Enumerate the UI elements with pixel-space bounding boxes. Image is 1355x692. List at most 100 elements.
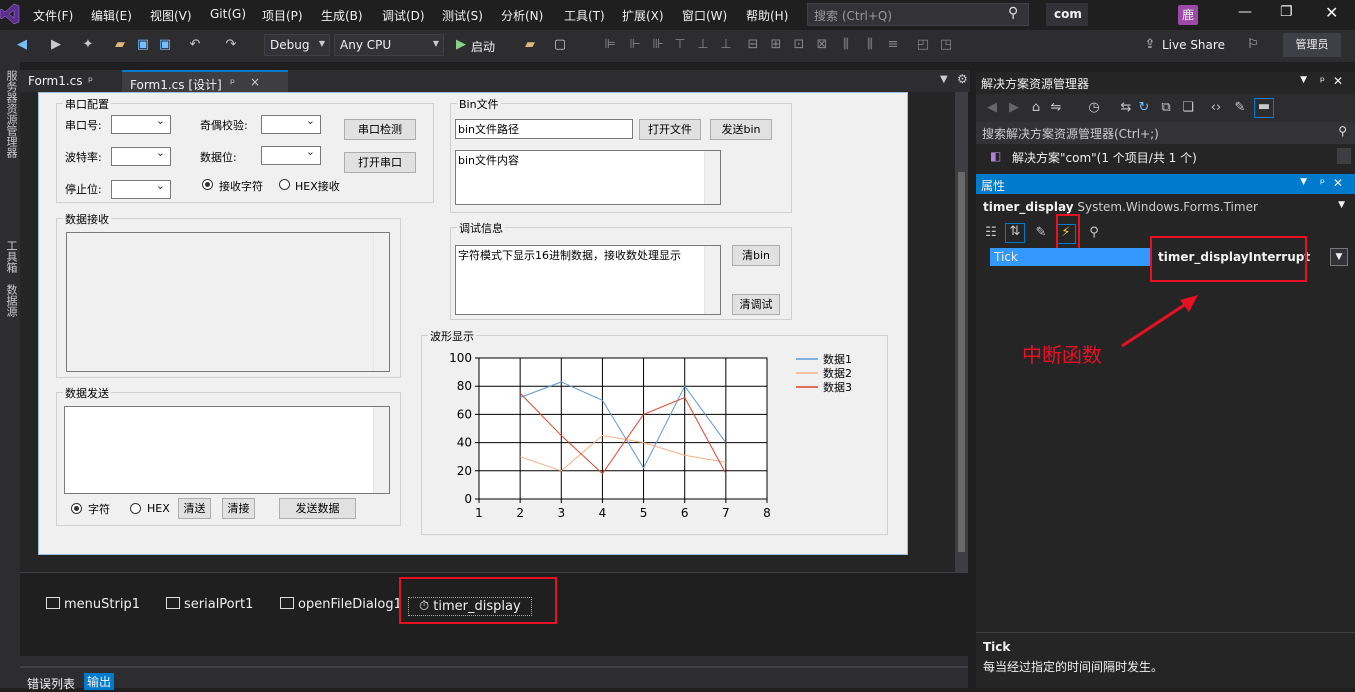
align-center-icon[interactable]: ⊩	[627, 37, 643, 53]
menu-view[interactable]: 视图(V)	[150, 7, 192, 24]
switch-views-icon[interactable]: ⇋	[1048, 100, 1064, 116]
server-explorer-tab[interactable]: 服务器资源管理器	[3, 70, 19, 158]
property-pages-icon[interactable]: ⚲	[1086, 225, 1102, 241]
categorized-icon[interactable]: ☷	[983, 225, 999, 241]
sync-icon[interactable]: ⇆	[1118, 100, 1134, 116]
menu-build[interactable]: 生成(B)	[321, 7, 363, 24]
history-icon[interactable]: ◷	[1086, 100, 1102, 116]
clear-debug-button[interactable]: 清调试	[732, 294, 780, 315]
designer-scrollbar[interactable]	[955, 92, 968, 572]
open-folder-icon[interactable]: ▰	[112, 37, 128, 53]
menu-debug[interactable]: 调试(D)	[382, 7, 425, 24]
vspace-icon[interactable]: ≡	[885, 37, 901, 53]
hspace-inc-icon[interactable]: ⫼	[862, 37, 878, 53]
databits-combo[interactable]	[261, 145, 321, 165]
pin-icon[interactable]: ᵖ	[88, 74, 93, 88]
tab-overflow-icon[interactable]: ▼	[940, 74, 948, 85]
dropdown-icon[interactable]: ▼	[1300, 75, 1307, 85]
alphabetical-icon[interactable]: ⇅	[1005, 223, 1025, 243]
preview-icon[interactable]: ▬	[1254, 98, 1274, 118]
wrench-icon[interactable]: ✎	[1232, 100, 1248, 116]
send-textarea[interactable]	[64, 406, 390, 494]
send-char-radio[interactable]	[71, 503, 82, 514]
solution-node[interactable]: ◧ 解决方案"com"(1 个项目/共 1 个)	[976, 146, 1355, 168]
redo-icon[interactable]: ↷	[223, 37, 239, 53]
scroll-thumb[interactable]	[958, 172, 965, 552]
collapse-icon[interactable]: ⧉	[1158, 100, 1174, 116]
save-icon[interactable]: ▣	[135, 37, 151, 53]
menu-tools[interactable]: 工具(T)	[564, 7, 605, 24]
scrollbar[interactable]	[373, 233, 389, 371]
back-icon[interactable]: ◀	[984, 100, 1000, 116]
gear-icon[interactable]: ⚙	[957, 72, 968, 86]
recv-textarea[interactable]	[66, 232, 390, 372]
menu-file[interactable]: 文件(F)	[33, 7, 73, 24]
align-middle-icon[interactable]: ⊥	[695, 37, 711, 53]
tab-form1-cs[interactable]: Form1.cs ᵖ	[20, 70, 122, 92]
solution-scrollbar[interactable]	[1337, 148, 1351, 164]
show-all-icon[interactable]: ❏	[1180, 100, 1196, 116]
send-data-button[interactable]: 发送数据	[279, 498, 356, 519]
recv-char-radio[interactable]	[202, 179, 213, 190]
event-dropdown[interactable]: ▼	[1330, 248, 1348, 266]
home-icon[interactable]: ⌂	[1028, 100, 1044, 116]
minimize-icon[interactable]: —	[1238, 4, 1252, 20]
detect-port-button[interactable]: 串口检测	[344, 119, 416, 140]
baud-combo[interactable]	[111, 146, 171, 166]
tab-error-list[interactable]: 错误列表	[27, 675, 75, 692]
same-height-icon[interactable]: ⊞	[768, 37, 784, 53]
align-top-icon[interactable]: ⊤	[672, 37, 688, 53]
stopbits-combo[interactable]	[111, 179, 171, 199]
same-size-icon[interactable]: ⊡	[791, 37, 807, 53]
bring-front-icon[interactable]: ◰	[915, 37, 931, 53]
menu-extensions[interactable]: 扩展(X)	[622, 7, 664, 24]
start-button[interactable]: 启动	[471, 38, 495, 55]
menu-edit[interactable]: 编辑(E)	[91, 7, 132, 24]
find-in-files-icon[interactable]: ▰	[522, 37, 538, 53]
menu-git[interactable]: Git(G)	[210, 7, 246, 21]
tray-openfiledialog[interactable]: openFileDialog1	[280, 597, 402, 612]
forward-icon[interactable]: ▶	[48, 37, 64, 53]
open-file-button[interactable]: 打开文件	[639, 119, 701, 140]
grid-size-icon[interactable]: ⊠	[814, 37, 830, 53]
menu-analyze[interactable]: 分析(N)	[501, 7, 543, 24]
send-bin-button[interactable]: 发送bin	[710, 119, 772, 140]
chevron-down-icon[interactable]: ▼	[1338, 200, 1345, 210]
event-tick-row[interactable]: Tick	[990, 248, 1152, 266]
forward-icon[interactable]: ▶	[1006, 100, 1022, 116]
menu-project[interactable]: 项目(P)	[262, 7, 303, 24]
properties-object-selector[interactable]: timer_display System.Windows.Forms.Timer…	[976, 196, 1355, 218]
menu-test[interactable]: 测试(S)	[442, 7, 483, 24]
undo-icon[interactable]: ↶	[187, 37, 203, 53]
dropdown-icon[interactable]: ▼	[1300, 177, 1307, 187]
send-back-icon[interactable]: ◳	[938, 37, 954, 53]
solution-search-input[interactable]: 搜索解决方案资源管理器(Ctrl+;) ⚲	[976, 122, 1355, 144]
pin-icon[interactable]: ᵖ	[1320, 74, 1325, 88]
designer-icon[interactable]: ▢	[552, 37, 568, 53]
pin-icon[interactable]: ᵖ	[1320, 176, 1325, 190]
tray-serialport[interactable]: serialPort1	[166, 597, 253, 612]
tab-output[interactable]: 输出	[84, 673, 115, 690]
code-icon[interactable]: ‹›	[1208, 100, 1224, 116]
scrollbar[interactable]	[373, 407, 389, 493]
tab-form1-designer[interactable]: Form1.cs [设计] ᵖ ×	[122, 70, 288, 92]
bin-content-textarea[interactable]: bin文件内容	[455, 150, 721, 205]
config-select[interactable]: Debug ▼	[264, 34, 330, 56]
data-sources-tab[interactable]: 数据源	[3, 284, 19, 317]
same-width-icon[interactable]: ⊟	[745, 37, 761, 53]
clear-bin-button[interactable]: 清bin	[732, 245, 780, 266]
clear-recv-button[interactable]: 清接	[222, 498, 255, 519]
menu-window[interactable]: 窗口(W)	[682, 7, 727, 24]
search-icon[interactable]: ⚲	[1338, 124, 1347, 138]
back-icon[interactable]: ◀	[14, 37, 30, 53]
save-all-icon[interactable]: ▣	[157, 37, 173, 53]
scrollbar[interactable]	[704, 246, 720, 314]
scrollbar[interactable]	[704, 151, 720, 204]
parity-combo[interactable]	[261, 114, 321, 134]
align-left-icon[interactable]: ⊫	[602, 37, 618, 53]
search-input[interactable]: 搜索 (Ctrl+Q)	[807, 3, 1029, 26]
play-icon[interactable]: ▶	[453, 37, 469, 53]
refresh-icon[interactable]: ↻	[1136, 100, 1152, 116]
properties-view-icon[interactable]: ✎	[1033, 225, 1049, 241]
open-port-button[interactable]: 打开串口	[344, 152, 416, 173]
